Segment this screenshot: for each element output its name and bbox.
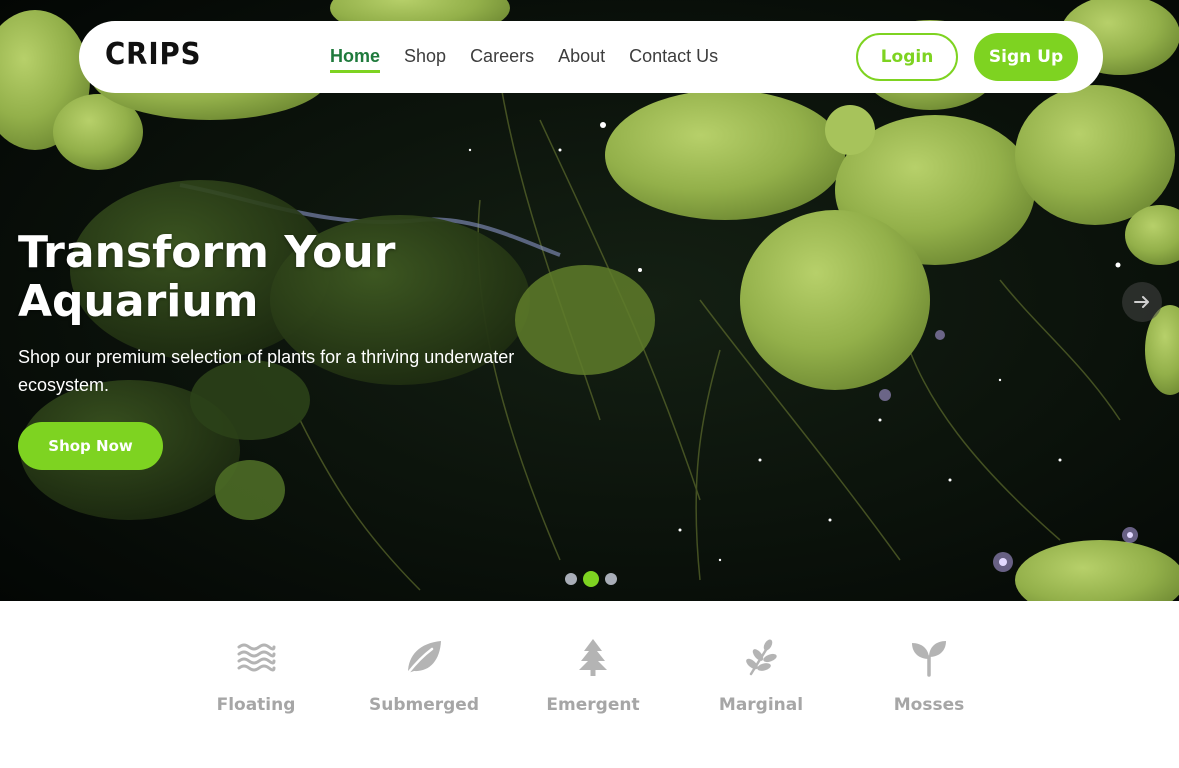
pine-tree-icon <box>579 639 607 676</box>
hero-section: CRIPS Home Shop Careers About Contact Us… <box>0 0 1179 601</box>
brand-logo[interactable]: CRIPS <box>105 37 201 72</box>
carousel-dot-1[interactable] <box>565 573 577 585</box>
hero-subtitle: Shop our premium selection of plants for… <box>18 347 515 395</box>
category-label: Emergent <box>546 695 640 715</box>
category-label: Submerged <box>368 695 479 715</box>
login-button[interactable]: Login <box>856 33 958 81</box>
carousel-dot-2[interactable] <box>583 571 599 587</box>
plant-categories: Floating Submerged Emergent Marginal Mos… <box>0 601 1179 768</box>
shop-now-button[interactable]: Shop Now <box>18 422 163 470</box>
category-emergent[interactable]: Emergent <box>523 637 663 715</box>
category-mosses[interactable]: Mosses <box>859 637 999 715</box>
category-submerged[interactable]: Submerged <box>354 637 494 715</box>
top-navigation-bar: CRIPS Home Shop Careers About Contact Us… <box>79 21 1103 93</box>
arrow-right-icon <box>1134 296 1149 308</box>
hero-title-line-2: Aquarium <box>18 276 259 327</box>
nav-link-contact-us[interactable]: Contact Us <box>629 46 718 71</box>
hero-title: Transform Your Aquarium <box>18 228 538 326</box>
leaf-icon <box>406 641 441 675</box>
sign-up-button[interactable]: Sign Up <box>974 33 1078 81</box>
carousel-next-button[interactable] <box>1122 282 1162 322</box>
category-label: Mosses <box>893 695 965 715</box>
hero-title-line-1: Transform Your <box>18 227 396 278</box>
category-label: Floating <box>216 695 296 715</box>
nav-links: Home Shop Careers About Contact Us <box>330 46 718 73</box>
nav-link-careers[interactable]: Careers <box>470 46 534 71</box>
seedling-icon <box>912 641 946 677</box>
nav-link-shop[interactable]: Shop <box>404 46 446 71</box>
category-floating[interactable]: Floating <box>186 637 326 715</box>
carousel-dot-3[interactable] <box>605 573 617 585</box>
water-waves-icon <box>237 643 276 672</box>
herb-sprig-icon <box>746 639 777 676</box>
nav-link-about[interactable]: About <box>558 46 605 71</box>
category-marginal[interactable]: Marginal <box>691 637 831 715</box>
carousel-indicators <box>565 571 617 587</box>
category-label: Marginal <box>718 695 804 715</box>
nav-link-home[interactable]: Home <box>330 46 381 73</box>
